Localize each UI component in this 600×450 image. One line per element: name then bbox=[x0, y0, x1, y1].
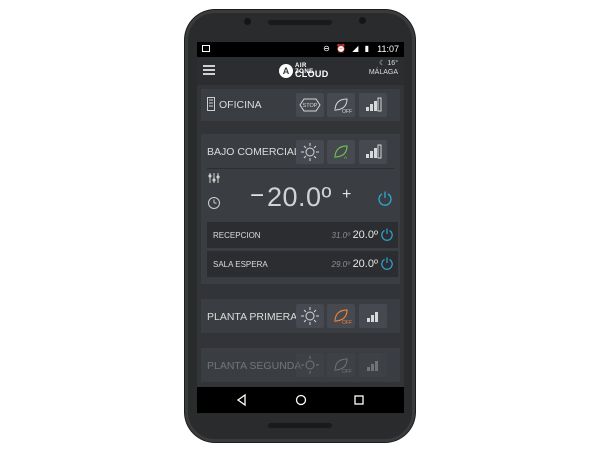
recents-square-icon bbox=[354, 395, 364, 405]
ventilation-level-button[interactable] bbox=[359, 140, 387, 164]
eco-off-button[interactable]: OFF bbox=[327, 353, 355, 377]
zone-card-planta-primera: PLANTA PRIMERA OFF bbox=[201, 299, 400, 333]
off-label: OFF bbox=[342, 320, 352, 326]
airzone-cloud-logo: A AIR ZONE CLOUD bbox=[279, 62, 328, 80]
navigation-bar bbox=[197, 387, 404, 413]
power-icon[interactable] bbox=[380, 256, 394, 270]
hamburger-menu-icon[interactable] bbox=[203, 65, 215, 75]
sliders-icon[interactable] bbox=[207, 172, 221, 184]
app-bar: A AIR ZONE CLOUD ☾ 16° MÁLAGA bbox=[197, 57, 404, 85]
sun-mode-button[interactable] bbox=[296, 140, 324, 164]
zone-card-bajo-comercial: BAJO COMERCIAL A − 20.0º + RECEPCION 31.… bbox=[201, 134, 400, 284]
ventilation-level-button[interactable] bbox=[359, 93, 387, 117]
power-icon[interactable] bbox=[380, 227, 394, 241]
subzone-current-temperature: 29.0º bbox=[331, 260, 351, 269]
eco-off-button[interactable]: OFF bbox=[327, 93, 355, 117]
recents-button[interactable] bbox=[344, 387, 374, 413]
zone-card-planta-segunda: PLANTA SEGUNDA OFF bbox=[201, 348, 400, 382]
weather-temperature: 16° bbox=[387, 60, 398, 67]
sun-mode-button[interactable] bbox=[296, 353, 324, 377]
stop-mode-button[interactable]: STOP bbox=[296, 93, 324, 117]
front-camera bbox=[359, 17, 366, 24]
zone-name: BAJO COMERCIAL bbox=[207, 146, 300, 158]
building-icon bbox=[207, 97, 215, 111]
logo-text-bottom: CLOUD bbox=[295, 69, 329, 79]
logo-mark: A bbox=[279, 64, 293, 78]
weather-widget[interactable]: ☾ 16° MÁLAGA bbox=[369, 59, 398, 77]
leaf-icon: A bbox=[334, 145, 348, 160]
weather-city: MÁLAGA bbox=[368, 69, 398, 76]
svg-text:A: A bbox=[344, 155, 347, 160]
bottom-speaker bbox=[268, 423, 332, 428]
top-speaker bbox=[268, 20, 332, 25]
zone-card-oficina: OFICINA STOP OFF bbox=[201, 89, 400, 121]
subzone-current-temperature: 31.0º bbox=[331, 231, 351, 240]
decrease-temperature-button[interactable]: − bbox=[250, 182, 264, 210]
divider bbox=[207, 168, 394, 169]
subzone-name: RECEPCION bbox=[213, 231, 261, 240]
sensor bbox=[244, 18, 251, 25]
subzone-name: SALA ESPERA bbox=[213, 260, 268, 269]
screen: ⊖ ⏰ ◢ ▮ 11:07 A AIR ZONE CLOUD ☾ 16° MÁL… bbox=[197, 42, 404, 413]
sun-mode-button[interactable] bbox=[296, 304, 324, 328]
status-icons: ⊖ ⏰ ◢ ▮ bbox=[323, 44, 371, 53]
subzone-set-temperature: 20.0º bbox=[352, 258, 378, 270]
sun-icon bbox=[301, 307, 319, 325]
back-triangle-icon bbox=[236, 393, 246, 407]
stop-label: STOP bbox=[303, 103, 318, 109]
home-button[interactable] bbox=[286, 387, 316, 413]
signal-bars-icon bbox=[367, 361, 378, 371]
home-circle-icon bbox=[295, 394, 307, 406]
ventilation-level-button[interactable] bbox=[359, 304, 387, 328]
ventilation-level-button[interactable] bbox=[359, 353, 387, 377]
clock-icon[interactable] bbox=[207, 196, 221, 210]
sun-icon bbox=[301, 143, 319, 161]
image-notification-icon bbox=[202, 45, 210, 52]
signal-bars-icon bbox=[366, 97, 382, 112]
off-label: OFF bbox=[342, 109, 352, 115]
eco-off-button[interactable]: OFF bbox=[327, 304, 355, 328]
sun-icon bbox=[301, 356, 319, 374]
signal-bars-icon bbox=[366, 144, 382, 159]
zone-name: OFICINA bbox=[219, 99, 262, 111]
back-button[interactable] bbox=[227, 387, 257, 413]
subzone-row[interactable]: SALA ESPERA 29.0º 20.0º bbox=[207, 251, 398, 277]
power-icon[interactable] bbox=[377, 190, 393, 206]
set-temperature: 20.0º bbox=[267, 182, 332, 212]
eco-auto-button[interactable]: A bbox=[327, 140, 355, 164]
increase-temperature-button[interactable]: + bbox=[342, 186, 351, 204]
off-label: OFF bbox=[342, 369, 352, 375]
subzone-set-temperature: 20.0º bbox=[352, 229, 378, 241]
zone-name: PLANTA PRIMERA bbox=[207, 311, 298, 323]
status-time: 11:07 bbox=[377, 44, 399, 54]
subzone-row[interactable]: RECEPCION 31.0º 20.0º bbox=[207, 222, 398, 248]
zone-name: PLANTA SEGUNDA bbox=[207, 360, 302, 372]
status-bar: ⊖ ⏰ ◢ ▮ 11:07 bbox=[197, 42, 404, 57]
signal-bars-icon bbox=[367, 312, 378, 322]
